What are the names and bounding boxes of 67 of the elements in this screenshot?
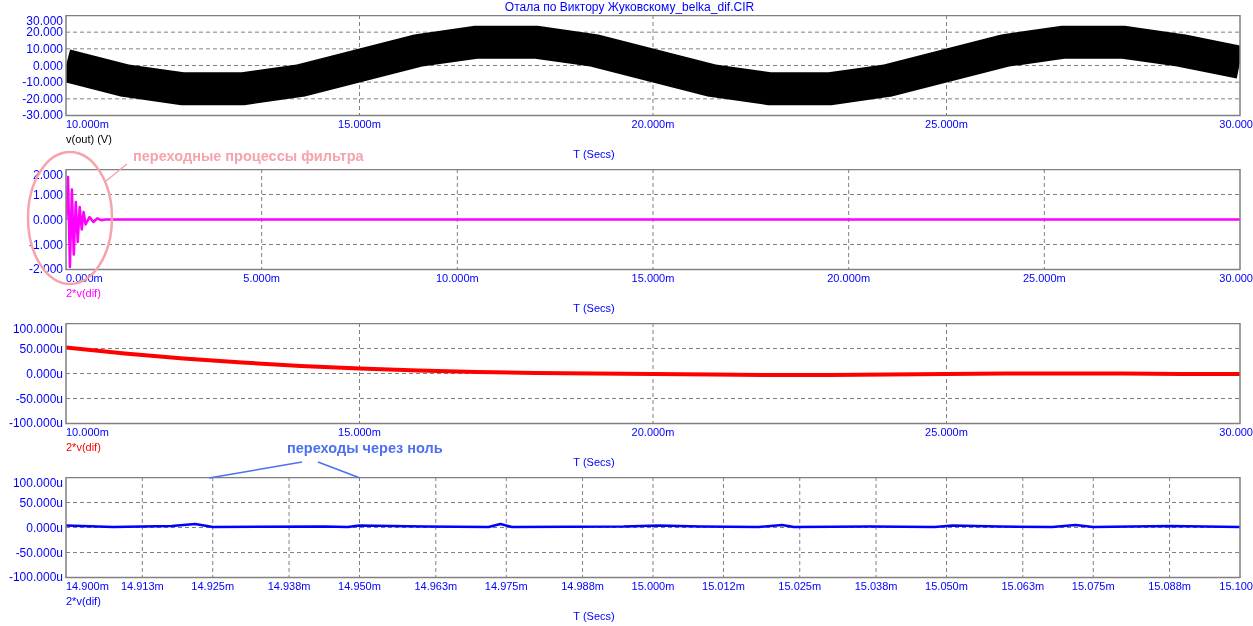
x-tick-label: 15.088m bbox=[1148, 580, 1191, 592]
y-tick-label: 0.000u bbox=[26, 366, 63, 381]
x-tick-label: 25.000m bbox=[925, 426, 968, 438]
x-tick-label: 15.000m bbox=[631, 272, 675, 284]
y-tick-label: 50.000u bbox=[19, 341, 63, 356]
annotation-label: переходы через ноль bbox=[287, 440, 443, 456]
x-tick-label: 30.000 bbox=[1219, 272, 1253, 284]
y-tick-label: 10.000 bbox=[26, 41, 63, 56]
x-tick-label: 10.000m bbox=[66, 118, 109, 130]
axis-label: T (Secs) bbox=[573, 302, 615, 314]
x-tick-label: 15.038m bbox=[854, 580, 898, 592]
x-tick-label: 25.000m bbox=[925, 118, 968, 130]
x-tick-label: 15.063m bbox=[1001, 580, 1045, 592]
y-tick-label: -100.000u bbox=[8, 570, 63, 584]
x-tick-label: 15.100 bbox=[1219, 580, 1253, 592]
leader-line bbox=[317, 461, 361, 479]
x-tick-label: 10.000m bbox=[435, 272, 479, 284]
y-tick-label: 50.000u bbox=[19, 495, 63, 510]
x-tick-label: 20.000m bbox=[827, 272, 871, 284]
y-tick-label: -50.000u bbox=[15, 391, 63, 406]
series-label: 2*v(dif) bbox=[66, 595, 101, 607]
series-label: 2*v(dif) bbox=[66, 441, 101, 453]
x-tick-label: 30.000 bbox=[1219, 118, 1253, 130]
x-tick-label: 15.075m bbox=[1071, 580, 1115, 592]
x-tick-label: 15.025m bbox=[778, 580, 822, 592]
x-tick-label: 15.012m bbox=[702, 580, 745, 592]
y-tick-label: 100.000u bbox=[12, 477, 63, 490]
y-tick-label: -100.000u bbox=[8, 416, 63, 430]
y-tick-label: -50.000u bbox=[15, 545, 63, 560]
x-tick-label: 20.000m bbox=[631, 426, 675, 438]
y-tick-label: 0.000u bbox=[26, 520, 63, 535]
y-tick-label: 20.000 bbox=[26, 25, 63, 40]
chart-title: Отала по Виктору Жуковскому_belka_dif.CIR bbox=[503, 0, 755, 15]
series-label: v(out) (V) bbox=[66, 133, 112, 145]
axis-label: T (Secs) bbox=[573, 456, 615, 468]
y-tick-label: 0.000 bbox=[32, 212, 63, 227]
y-tick-label: -1.000 bbox=[28, 237, 63, 252]
x-tick-label: 14.913m bbox=[120, 580, 164, 592]
x-tick-label: 20.000m bbox=[631, 118, 675, 130]
x-tick-label: 15.000m bbox=[338, 118, 381, 130]
x-tick-label: 5.000m bbox=[243, 272, 280, 284]
x-tick-label: 30.000 bbox=[1219, 426, 1253, 438]
x-tick-label: 14.963m bbox=[414, 580, 458, 592]
x-tick-label: 14.988m bbox=[561, 580, 604, 592]
y-tick-label: 100.000u bbox=[12, 323, 63, 336]
annotation-label: переходные процессы фильтра bbox=[133, 148, 364, 164]
y-tick-label: 2.000 bbox=[32, 169, 63, 182]
x-tick-label: 14.938m bbox=[267, 580, 311, 592]
y-tick-label: 0.000 bbox=[32, 58, 63, 73]
x-tick-label: 15.000m bbox=[631, 580, 675, 592]
axis-label: T (Secs) bbox=[573, 610, 615, 622]
x-tick-label: 14.950m bbox=[338, 580, 381, 592]
x-tick-label: 25.000m bbox=[1022, 272, 1066, 284]
x-tick-label: 15.050m bbox=[925, 580, 968, 592]
axis-label: T (Secs) bbox=[573, 148, 615, 160]
series-label: 2*v(dif) bbox=[66, 287, 101, 299]
x-tick-label: 14.925m bbox=[191, 580, 235, 592]
x-tick-label: 14.975m bbox=[484, 580, 528, 592]
leader-line bbox=[105, 163, 128, 182]
x-tick-label: 15.000m bbox=[338, 426, 381, 438]
y-tick-label: -10.000 bbox=[22, 75, 63, 90]
y-tick-label: -30.000 bbox=[22, 108, 63, 122]
y-tick-label: 1.000 bbox=[32, 187, 63, 202]
x-tick-label: 14.900m bbox=[66, 580, 109, 592]
y-tick-label: -20.000 bbox=[22, 91, 63, 106]
x-tick-label: 10.000m bbox=[66, 426, 109, 438]
y-tick-label: 30.000 bbox=[26, 15, 63, 28]
